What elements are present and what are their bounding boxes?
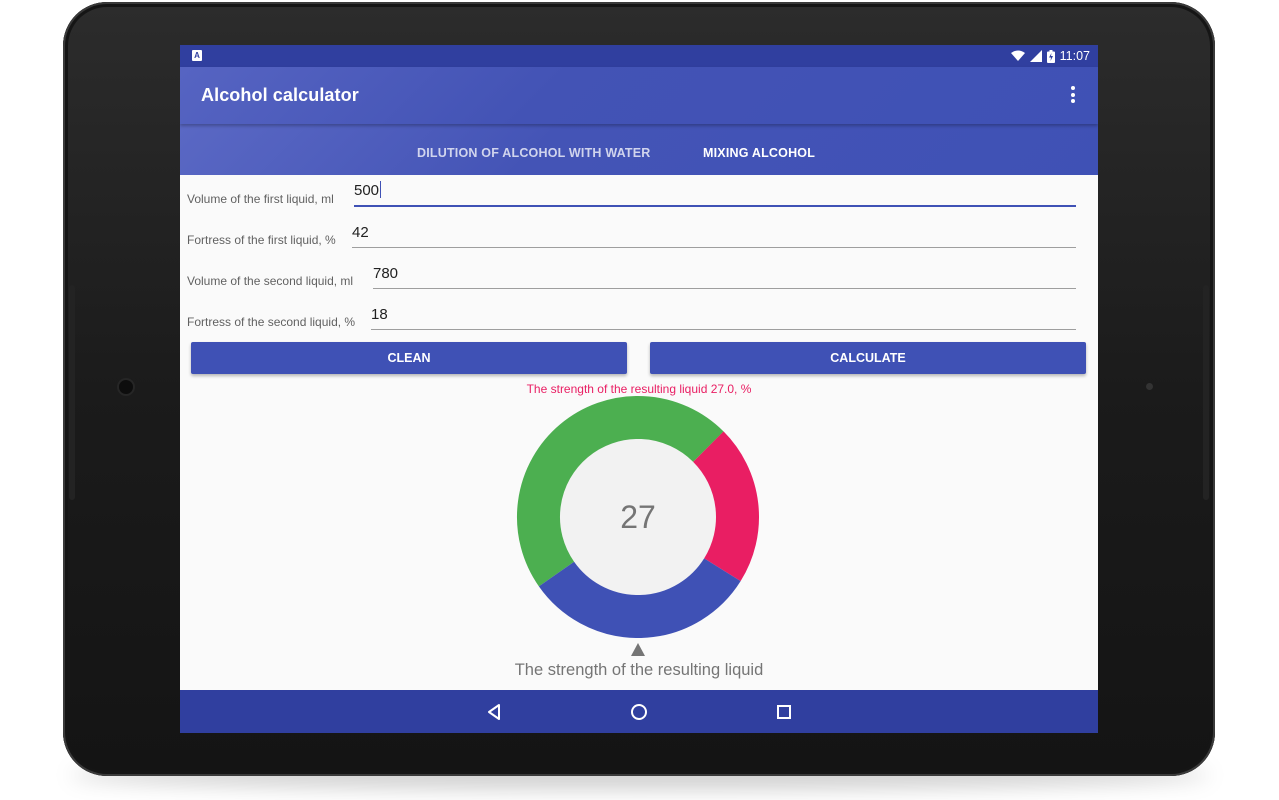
status-icons: 11:07 bbox=[1010, 45, 1090, 67]
cell-signal-icon bbox=[1029, 50, 1042, 62]
first-fortress-input[interactable]: 42 bbox=[352, 223, 1076, 248]
form-row-first-volume: Volume of the first liquid, ml 500 bbox=[187, 174, 1087, 210]
navigation-bar bbox=[180, 690, 1098, 733]
app-title: Alcohol calculator bbox=[201, 85, 359, 105]
form-row-second-fortress: Fortress of the second liquid, % 18 bbox=[187, 297, 1087, 333]
calculate-button[interactable]: CALCULATE bbox=[650, 342, 1086, 374]
app-screen: A 11:07 Alcohol calculator DILUTION OF A… bbox=[180, 45, 1098, 733]
second-volume-input[interactable]: 780 bbox=[373, 264, 1076, 289]
text-cursor bbox=[380, 181, 382, 198]
first-volume-value: 500 bbox=[354, 182, 380, 199]
speaker-grille-right bbox=[1203, 285, 1209, 500]
second-volume-value: 780 bbox=[373, 265, 399, 282]
clock: 11:07 bbox=[1059, 49, 1090, 63]
gauge-value: 27 bbox=[620, 499, 656, 535]
battery-charging-icon bbox=[1046, 49, 1055, 63]
more-vert-icon[interactable] bbox=[1068, 86, 1078, 106]
tab-bar: DILUTION OF ALCOHOL WITH WATER MIXING AL… bbox=[180, 124, 1098, 175]
second-fortress-value: 18 bbox=[371, 306, 388, 323]
back-icon[interactable] bbox=[482, 700, 506, 724]
home-icon[interactable] bbox=[627, 700, 651, 724]
gauge-caption: The strength of the resulting liquid bbox=[514, 661, 764, 679]
recents-icon[interactable] bbox=[772, 700, 796, 724]
second-volume-label: Volume of the second liquid, ml bbox=[187, 274, 354, 288]
speaker-grille-left bbox=[69, 285, 75, 500]
first-fortress-label: Fortress of the first liquid, % bbox=[187, 233, 336, 247]
gauge-pointer-icon bbox=[631, 643, 645, 656]
clean-button[interactable]: CLEAN bbox=[191, 342, 627, 374]
first-volume-label: Volume of the first liquid, ml bbox=[187, 192, 334, 206]
first-fortress-value: 42 bbox=[352, 224, 369, 241]
strength-gauge: 27 bbox=[513, 392, 763, 642]
second-fortress-input[interactable]: 18 bbox=[371, 305, 1076, 330]
notification-a-icon: A bbox=[192, 50, 202, 61]
wifi-icon bbox=[1010, 50, 1025, 61]
first-volume-input[interactable]: 500 bbox=[354, 181, 1076, 207]
form-row-first-fortress: Fortress of the first liquid, % 42 bbox=[187, 215, 1087, 251]
light-sensor bbox=[1146, 383, 1153, 390]
tab-dilution[interactable]: DILUTION OF ALCOHOL WITH WATER bbox=[417, 124, 651, 175]
status-bar: A 11:07 bbox=[180, 45, 1098, 67]
form-row-second-volume: Volume of the second liquid, ml 780 bbox=[187, 256, 1087, 292]
second-fortress-label: Fortress of the second liquid, % bbox=[187, 315, 356, 329]
app-bar: Alcohol calculator bbox=[180, 67, 1098, 124]
tab-mixing-alcohol[interactable]: MIXING ALCOHOL bbox=[703, 124, 815, 175]
front-camera bbox=[119, 380, 133, 394]
